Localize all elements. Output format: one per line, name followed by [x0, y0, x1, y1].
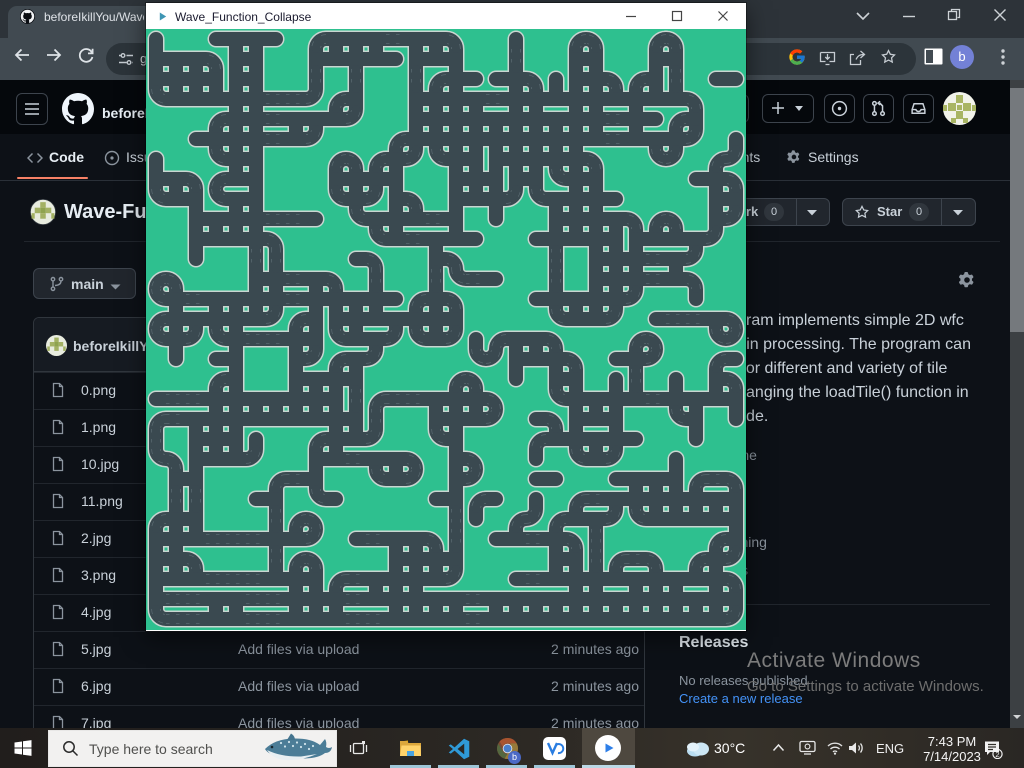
svg-text:2: 2 — [995, 750, 999, 759]
